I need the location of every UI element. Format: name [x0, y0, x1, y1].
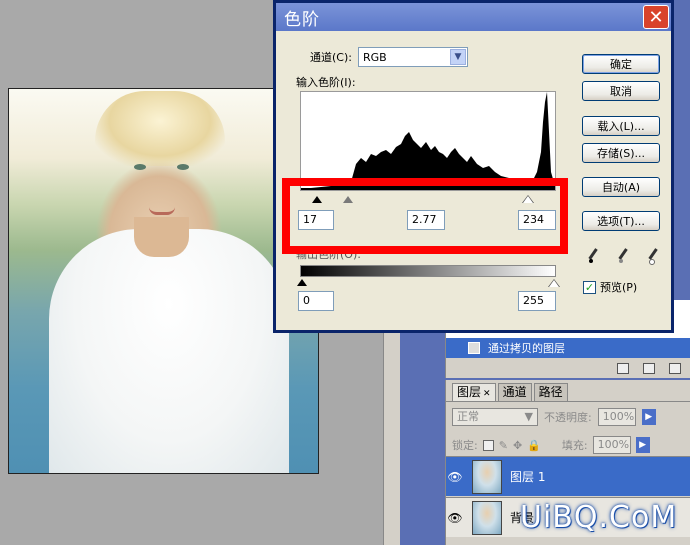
levels-dialog: 色阶 ✕ 通道(C): RGB ▼ 输入色阶(I): 17 2.77 234 输… — [273, 0, 674, 333]
photo-eye-right — [177, 164, 189, 170]
lock-label: 锁定: — [452, 439, 478, 452]
options-button[interactable]: 选项(T)... — [582, 211, 660, 231]
layer-thumbnail — [472, 459, 502, 494]
fill-label: 填充: — [561, 439, 588, 452]
fill-field[interactable]: 100% — [592, 436, 631, 454]
lock-row: 锁定: ✎ ✥ 🔒 填充: 100% ▶ — [452, 436, 650, 454]
chevron-right-icon: ▶ — [645, 412, 653, 422]
layers-tab-bar: 图层 ✕ 通道 路径 — [446, 380, 690, 402]
output-white-handle-fill — [549, 280, 559, 287]
opacity-arrow-button[interactable]: ▶ — [641, 409, 656, 425]
preview-label: 预览(P) — [600, 281, 638, 294]
output-white-field[interactable]: 255 — [518, 291, 556, 311]
histogram — [300, 91, 556, 191]
black-eyedropper-icon[interactable] — [588, 249, 604, 265]
checkmark-icon: ✓ — [584, 280, 595, 294]
trash-icon[interactable] — [669, 362, 681, 374]
cancel-button[interactable]: 取消 — [582, 81, 660, 101]
photo-shirt — [49, 229, 289, 473]
output-gradient — [300, 265, 556, 277]
opacity-value: 100% — [602, 410, 635, 423]
eye-icon[interactable]: 👁 — [446, 470, 464, 484]
photo-hair — [95, 91, 225, 166]
chevron-down-icon: ▼ — [524, 410, 533, 423]
tab-layers-label: 图层 — [457, 385, 482, 399]
lock-transparent-icon[interactable] — [482, 439, 494, 451]
dialog-titlebar[interactable]: 色阶 ✕ — [276, 3, 671, 31]
history-item-label: 通过拷贝的图层 — [488, 342, 565, 355]
channel-value: RGB — [362, 50, 387, 64]
blend-row: 正常 ▼ 不透明度: 100% ▶ — [452, 408, 656, 426]
opacity-field[interactable]: 100% — [597, 408, 636, 426]
close-button[interactable]: ✕ — [643, 5, 669, 29]
output-black-field[interactable]: 0 — [298, 291, 334, 311]
preview-checkbox[interactable]: ✓ — [583, 280, 596, 294]
chevron-down-icon: ▼ — [449, 49, 466, 65]
photo-neck — [134, 217, 189, 257]
lock-icon[interactable]: 🔒 — [527, 439, 541, 452]
photo-eye-left — [134, 164, 146, 170]
white-eyedropper-icon[interactable] — [648, 249, 664, 265]
move-icon[interactable]: ✥ — [513, 439, 522, 452]
tab-paths-label: 路径 — [538, 385, 563, 399]
preview-row: ✓ 预览(P) — [583, 279, 637, 295]
ok-button[interactable]: 确定 — [582, 54, 660, 74]
output-slider[interactable] — [297, 279, 560, 289]
watermark-text: UiBQ.CoM — [520, 500, 678, 535]
blend-mode-value: 正常 — [457, 410, 479, 423]
save-button[interactable]: 存储(S)... — [582, 143, 660, 163]
tab-paths[interactable]: 路径 — [533, 383, 568, 401]
histogram-graph — [301, 92, 555, 190]
opacity-label: 不透明度: — [544, 411, 592, 424]
histogram-shape — [301, 92, 555, 190]
layer-row-layer1[interactable]: 👁 图层 1 — [446, 456, 690, 496]
blend-mode-select[interactable]: 正常 ▼ — [452, 408, 538, 426]
input-levels-label: 输入色阶(I): — [296, 76, 356, 89]
layer-name: 图层 1 — [510, 470, 546, 484]
history-item-selected[interactable]: 通过拷贝的图层 — [446, 338, 690, 358]
new-document-icon[interactable] — [617, 362, 629, 374]
eye-icon[interactable]: 👁 — [446, 511, 464, 525]
fill-arrow-button[interactable]: ▶ — [635, 437, 650, 453]
new-snapshot-icon[interactable] — [643, 362, 655, 374]
history-snapshot-icon — [468, 342, 480, 354]
load-button[interactable]: 载入(L)... — [582, 116, 660, 136]
tab-channels-label: 通道 — [502, 385, 527, 399]
history-footer — [446, 358, 690, 378]
auto-button[interactable]: 自动(A) — [582, 177, 660, 197]
channel-select[interactable]: RGB ▼ — [357, 47, 468, 67]
output-black-handle[interactable] — [297, 279, 307, 286]
fill-value: 100% — [597, 438, 630, 451]
close-icon: ✕ — [648, 6, 664, 28]
highlight-annotation — [282, 178, 568, 254]
layer-thumbnail — [472, 500, 502, 535]
channel-label: 通道(C): — [310, 51, 352, 64]
tab-layers[interactable]: 图层 ✕ — [452, 383, 496, 401]
close-icon[interactable]: ✕ — [483, 389, 491, 399]
photo-mouth — [149, 207, 175, 215]
channel-row: 通道(C): RGB ▼ — [310, 47, 468, 67]
dialog-title: 色阶 — [284, 9, 320, 30]
eyedropper-tools — [588, 249, 664, 265]
brush-icon[interactable]: ✎ — [499, 439, 508, 452]
gray-eyedropper-icon[interactable] — [618, 249, 634, 265]
chevron-right-icon: ▶ — [639, 440, 647, 450]
tab-channels[interactable]: 通道 — [497, 383, 532, 401]
